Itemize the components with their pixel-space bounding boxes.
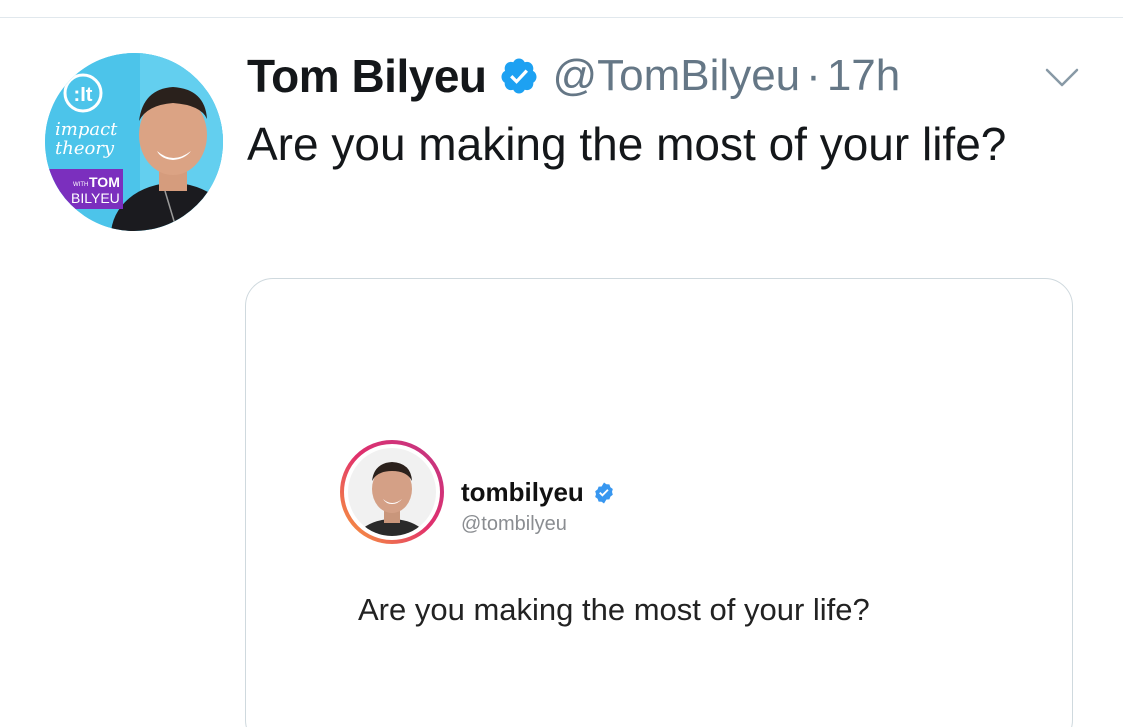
chevron-down-icon[interactable]	[1044, 66, 1080, 90]
avatar-logo-text: :It	[74, 84, 93, 106]
embed-text: Are you making the most of your life?	[358, 592, 870, 627]
tweet-timestamp[interactable]: 17h	[827, 51, 900, 101]
tweet-text: Are you making the most of your life?	[247, 118, 1007, 170]
avatar-tom-text: TOM	[89, 174, 120, 190]
embed-username-text: tombilyeu	[461, 477, 584, 507]
author-avatar[interactable]: :It impact theory WITH TOM BILYEU	[45, 53, 223, 231]
separator-dot: ·	[806, 51, 821, 100]
top-divider	[0, 17, 1123, 18]
embed-username: tombilyeu	[461, 477, 616, 508]
avatar-with-text: WITH	[73, 182, 88, 188]
verified-badge-icon	[592, 481, 616, 505]
tweet-header: Tom Bilyeu @TomBilyeu · 17h	[247, 46, 1087, 106]
avatar-brand-line2: theory	[55, 138, 115, 159]
verified-badge-icon	[499, 56, 539, 96]
embedded-image-card[interactable]: tombilyeu @tombilyeu Are you making the …	[245, 278, 1073, 727]
avatar-image: :It impact theory WITH TOM BILYEU	[45, 53, 223, 231]
embed-avatar	[339, 439, 445, 545]
tweet-screen: :It impact theory WITH TOM BILYEU Tom Bi…	[0, 0, 1123, 727]
avatar-bilyeu-text: BILYEU	[71, 190, 120, 206]
author-handle[interactable]: @TomBilyeu	[553, 51, 801, 101]
avatar-brand-line1: impact	[55, 119, 118, 140]
author-name[interactable]: Tom Bilyeu	[247, 49, 487, 103]
embed-handle: @tombilyeu	[461, 513, 567, 535]
